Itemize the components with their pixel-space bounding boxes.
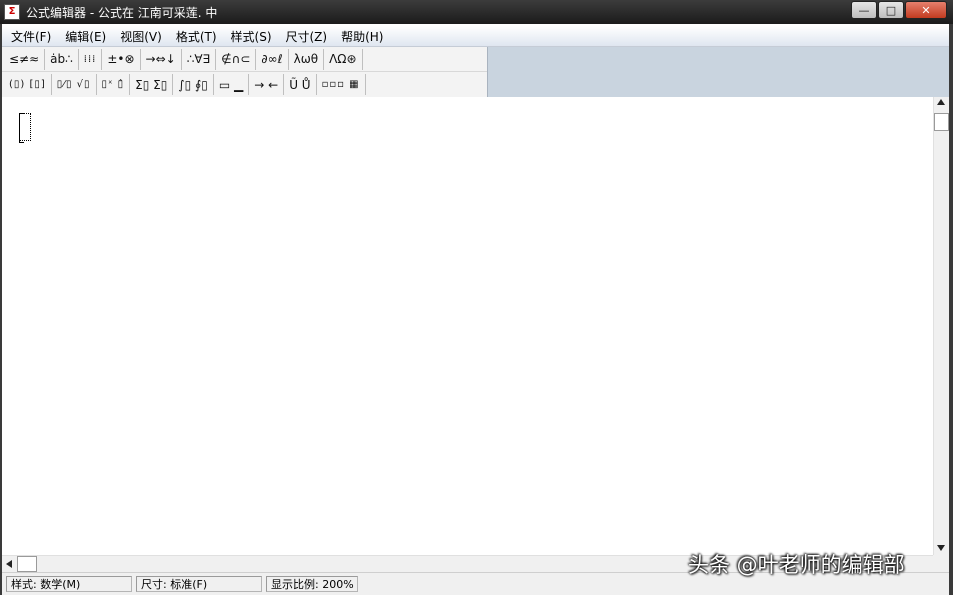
relational-symbols-button[interactable]: ≤≠≈ [4, 48, 46, 70]
equation-toolbar: ≤≠≈ ȧb∴ ⁞⁞⁞ ±•⊗ →⇔↓ ∴∀∃ ∉∩⊂ ∂∞ℓ λωθ ΛΩ⊛ … [0, 47, 488, 97]
scroll-down-arrow-icon[interactable] [937, 545, 945, 551]
greek-uppercase-button[interactable]: ΛΩ⊛ [324, 48, 363, 70]
horizontal-scroll-thumb[interactable] [17, 556, 37, 572]
title-bar: Σ 公式编辑器 - 公式在 江南可采莲. 中 — □ ✕ [0, 0, 953, 24]
close-button[interactable]: ✕ [905, 1, 947, 19]
vertical-scrollbar[interactable] [933, 97, 949, 555]
menu-view[interactable]: 视图(V) [113, 28, 169, 45]
bar-templates-button[interactable]: ▭ ▁ [214, 74, 250, 95]
vertical-scroll-thumb[interactable] [934, 113, 949, 131]
status-style: 样式: 数学(M) [6, 576, 132, 592]
summation-templates-button[interactable]: Σ▯ Σ▯ [130, 74, 174, 95]
operator-symbols-button[interactable]: ±•⊗ [102, 48, 141, 70]
symbol-palette-row: ≤≠≈ ȧb∴ ⁞⁞⁞ ±•⊗ →⇔↓ ∴∀∃ ∉∩⊂ ∂∞ℓ λωθ ΛΩ⊛ [0, 47, 487, 72]
maximize-button[interactable]: □ [878, 1, 904, 19]
menu-format[interactable]: 格式(T) [169, 28, 224, 45]
labeled-arrow-templates-button[interactable]: → ← [249, 74, 285, 95]
empty-slot-cursor[interactable] [19, 113, 31, 143]
menu-size[interactable]: 尺寸(Z) [279, 28, 335, 45]
scroll-up-arrow-icon[interactable] [937, 99, 945, 105]
status-size: 尺寸: 标准(F) [136, 576, 262, 592]
products-templates-button[interactable]: Ũ Ů [284, 74, 317, 95]
toolbar-area: ≤≠≈ ȧb∴ ⁞⁞⁞ ±•⊗ →⇔↓ ∴∀∃ ∉∩⊂ ∂∞ℓ λωθ ΛΩ⊛ … [0, 47, 953, 97]
menu-file[interactable]: 文件(F) [4, 28, 58, 45]
greek-lowercase-button[interactable]: λωθ [289, 48, 325, 70]
watermark: 头条 @叶老师的编辑部 [688, 553, 905, 577]
script-templates-button[interactable]: ▯ˣ ▯̂ [97, 74, 131, 95]
template-palette-row: (▯) [▯] ▯⁄▯ √▯ ▯ˣ ▯̂ Σ▯ Σ▯ ∫▯ ∮▯ ▭ ▁ → ←… [0, 72, 487, 97]
fraction-radical-templates-button[interactable]: ▯⁄▯ √▯ [52, 74, 97, 95]
window-border-left [0, 24, 2, 595]
menu-bar: 文件(F) 编辑(E) 视图(V) 格式(T) 样式(S) 尺寸(Z) 帮助(H… [0, 26, 953, 47]
logical-symbols-button[interactable]: ∴∀∃ [182, 48, 217, 70]
status-zoom: 显示比例: 200% [266, 576, 358, 592]
set-theory-symbols-button[interactable]: ∉∩⊂ [216, 48, 257, 70]
window-title: 公式编辑器 - 公式在 江南可采莲. 中 [26, 5, 218, 20]
scrollbar-corner [933, 555, 949, 572]
window-controls: — □ ✕ [850, 1, 947, 19]
minimize-button[interactable]: — [851, 1, 877, 19]
spaces-ellipses-button[interactable]: ȧb∴ [45, 48, 79, 70]
arrow-symbols-button[interactable]: →⇔↓ [141, 48, 182, 70]
embellishments-button[interactable]: ⁞⁞⁞ [79, 48, 103, 70]
window-border-right [949, 24, 953, 595]
equation-edit-area[interactable] [0, 97, 933, 555]
matrix-templates-button[interactable]: ▫▫▫ ▦ [317, 74, 366, 95]
scroll-left-arrow-icon[interactable] [6, 560, 12, 568]
menu-help[interactable]: 帮助(H) [334, 28, 390, 45]
integral-templates-button[interactable]: ∫▯ ∮▯ [173, 74, 214, 95]
app-icon[interactable]: Σ [4, 4, 20, 20]
fence-templates-button[interactable]: (▯) [▯] [4, 74, 52, 95]
misc-symbols-button[interactable]: ∂∞ℓ [256, 48, 289, 70]
menu-style[interactable]: 样式(S) [224, 28, 279, 45]
menu-edit[interactable]: 编辑(E) [58, 28, 113, 45]
